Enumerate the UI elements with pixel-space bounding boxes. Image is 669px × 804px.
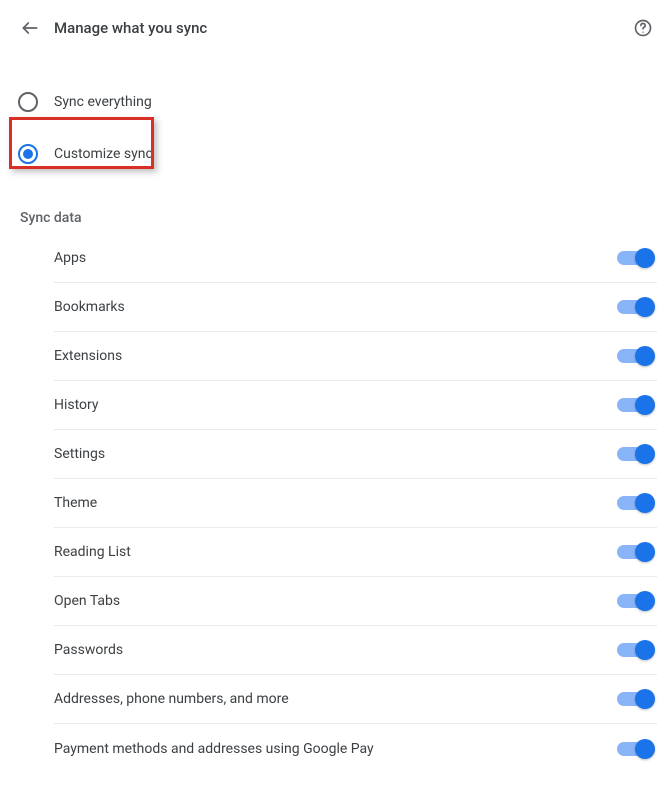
toggle-switch[interactable] xyxy=(617,447,651,461)
help-icon[interactable] xyxy=(633,18,653,38)
list-item: History xyxy=(54,381,657,430)
item-label: Theme xyxy=(54,495,97,511)
radio-sync-everything[interactable]: Sync everything xyxy=(0,76,669,128)
toggle-switch[interactable] xyxy=(617,300,651,314)
toggle-switch[interactable] xyxy=(617,349,651,363)
list-item: Passwords xyxy=(54,626,657,675)
toggle-switch[interactable] xyxy=(617,545,651,559)
list-item: Payment methods and addresses using Goog… xyxy=(54,724,657,773)
list-item: Settings xyxy=(54,430,657,479)
list-item: Open Tabs xyxy=(54,577,657,626)
item-label: Addresses, phone numbers, and more xyxy=(54,691,289,707)
header: Manage what you sync xyxy=(0,0,669,46)
radio-icon xyxy=(18,92,38,112)
toggle-switch[interactable] xyxy=(617,398,651,412)
toggle-switch[interactable] xyxy=(617,742,651,756)
list-item: Extensions xyxy=(54,332,657,381)
list-item: Reading List xyxy=(54,528,657,577)
item-label: Apps xyxy=(54,250,86,266)
radio-customize-sync[interactable]: Customize sync xyxy=(0,128,669,180)
radio-label: Sync everything xyxy=(54,94,152,110)
list-item: Theme xyxy=(54,479,657,528)
section-header: Sync data xyxy=(0,180,669,234)
item-label: Settings xyxy=(54,446,105,462)
page-title: Manage what you sync xyxy=(54,19,207,37)
item-label: Bookmarks xyxy=(54,299,125,315)
list-item: Addresses, phone numbers, and more xyxy=(54,675,657,724)
item-label: Payment methods and addresses using Goog… xyxy=(54,741,374,757)
toggle-switch[interactable] xyxy=(617,692,651,706)
toggle-switch[interactable] xyxy=(617,594,651,608)
item-label: History xyxy=(54,397,99,413)
item-label: Extensions xyxy=(54,348,122,364)
item-label: Passwords xyxy=(54,642,123,658)
radio-icon-selected xyxy=(18,144,38,164)
list-item: Bookmarks xyxy=(54,283,657,332)
back-icon[interactable] xyxy=(20,18,40,38)
list-item: Apps xyxy=(54,234,657,283)
toggle-switch[interactable] xyxy=(617,251,651,265)
item-label: Open Tabs xyxy=(54,593,120,609)
sync-mode-section: Sync everything Customize sync xyxy=(0,46,669,180)
sync-data-list: Apps Bookmarks Extensions History Settin… xyxy=(0,234,669,773)
toggle-switch[interactable] xyxy=(617,643,651,657)
item-label: Reading List xyxy=(54,544,131,560)
toggle-switch[interactable] xyxy=(617,496,651,510)
radio-label: Customize sync xyxy=(54,146,153,162)
